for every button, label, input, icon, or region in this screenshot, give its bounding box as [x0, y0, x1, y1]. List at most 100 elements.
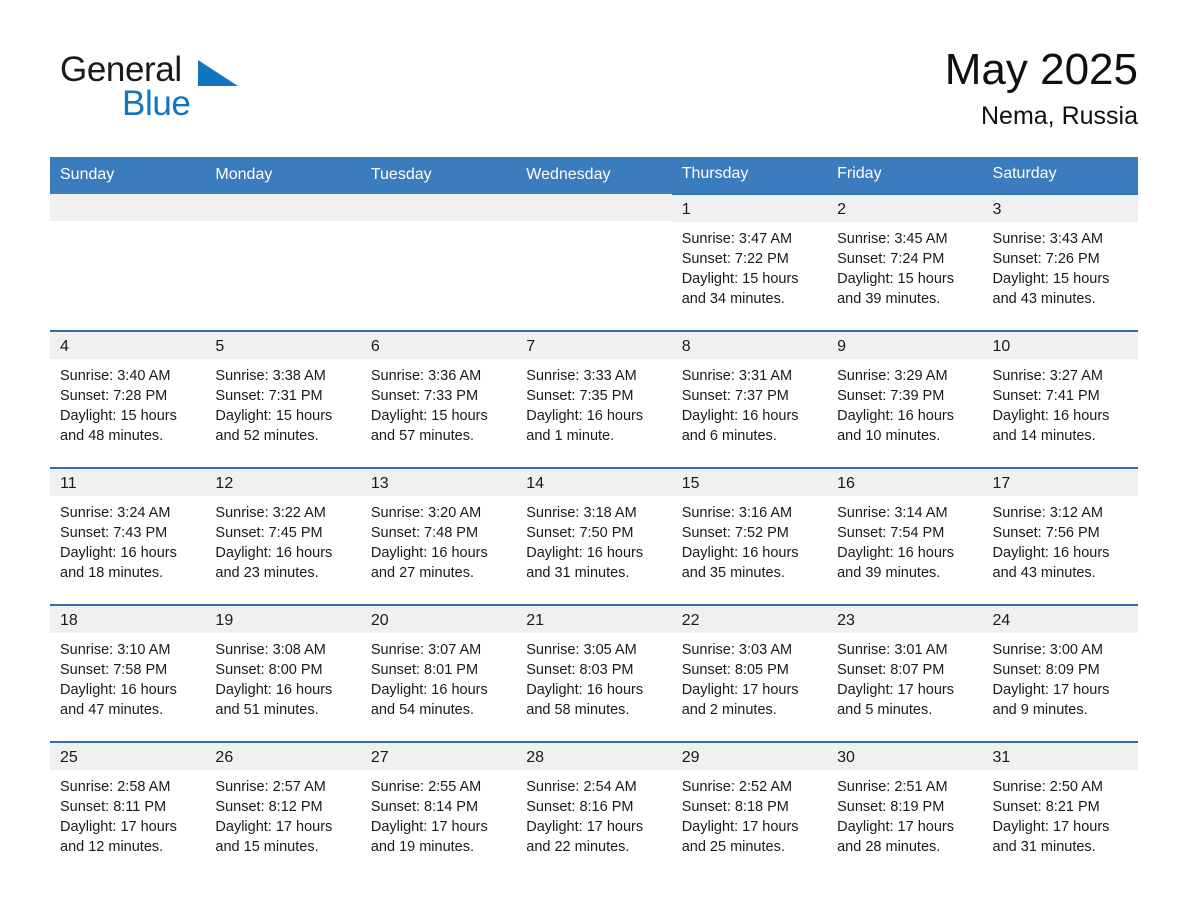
sunset-time: Sunset: 7:24 PM [837, 251, 945, 267]
day-details: Sunrise: 3:01 AM Sunset: 8:07 PM Daylight:… [827, 633, 982, 720]
daylight-line-1: Daylight: 17 hours [837, 682, 954, 698]
calendar-cell-empty [360, 194, 517, 331]
calendar-page: General Blue May 2025 Nema, Russia Sunda… [0, 0, 1188, 918]
logo-text-blue: Blue [122, 84, 191, 123]
calendar-day-cell[interactable]: 14 Sunrise: 3:18 AM Sunset: 7:50 PM Dayligh… [516, 467, 672, 605]
daylight-line-2: and 19 minutes. [370, 839, 475, 855]
calendar-week-row: 11 Sunrise: 3:24 AM Sunset: 7:43 PM Dayligh… [50, 467, 1138, 605]
daylight-line-2: and 9 minutes. [992, 702, 1088, 718]
calendar-day-cell[interactable]: 1 Sunrise: 3:47 AM Sunset: 7:22 PM Daylight… [671, 193, 828, 331]
day-number: 11 [50, 469, 206, 496]
calendar-day-cell[interactable]: 31 Sunrise: 2:50 AM Sunset: 8:21 PM Dayligh… [982, 741, 1138, 878]
daylight-line-2: and 35 minutes. [681, 565, 785, 581]
sunset-time: Sunset: 8:16 PM [526, 799, 634, 815]
daylight-line-2: and 12 minutes. [60, 839, 164, 855]
calendar-day-cell[interactable]: 21 Sunrise: 3:05 AM Sunset: 8:03 PM Dayligh… [516, 604, 672, 742]
calendar-header-row: Sunday Monday Tuesday Wednesday Thursday… [50, 157, 1138, 194]
daylight-line-1: Daylight: 17 hours [992, 682, 1110, 698]
day-details: Sunrise: 3:43 AM Sunset: 7:26 PM Daylight:… [983, 222, 1138, 309]
calendar-day-cell[interactable]: 11 Sunrise: 3:24 AM Sunset: 7:43 PM Dayligh… [50, 467, 206, 605]
calendar-day-cell[interactable]: 22 Sunrise: 3:03 AM Sunset: 8:05 PM Dayligh… [671, 604, 828, 742]
sunrise-time: Sunrise: 3:43 AM [992, 231, 1103, 247]
daylight-line-2: and 43 minutes. [992, 565, 1096, 581]
day-number: 26 [205, 743, 361, 770]
general-blue-logo[interactable]: General Blue [50, 44, 240, 134]
calendar-day-cell[interactable]: 28 Sunrise: 2:54 AM Sunset: 8:16 PM Dayligh… [516, 741, 672, 878]
calendar-day-cell[interactable]: 4 Sunrise: 3:40 AM Sunset: 7:28 PM Daylight… [50, 330, 206, 468]
daylight-line-1: Daylight: 16 hours [681, 408, 799, 424]
calendar-day-cell[interactable]: 26 Sunrise: 2:57 AM Sunset: 8:12 PM Dayligh… [205, 741, 361, 878]
day-number: 5 [205, 332, 361, 359]
day-number: 1 [671, 195, 828, 222]
calendar-day-cell[interactable]: 8 Sunrise: 3:31 AM Sunset: 7:37 PM Daylight… [671, 330, 828, 468]
day-details: Sunrise: 3:27 AM Sunset: 7:41 PM Daylight:… [983, 359, 1138, 446]
sunset-time: Sunset: 7:56 PM [992, 525, 1100, 541]
calendar-day-cell[interactable]: 9 Sunrise: 3:29 AM Sunset: 7:39 PM Daylight… [827, 330, 983, 468]
daylight-line-2: and 6 minutes. [681, 428, 777, 444]
daylight-line-2: and 52 minutes. [215, 428, 319, 444]
calendar-day-cell[interactable]: 29 Sunrise: 2:52 AM Sunset: 8:18 PM Dayligh… [671, 741, 828, 878]
calendar-day-cell[interactable]: 13 Sunrise: 3:20 AM Sunset: 7:48 PM Dayligh… [360, 467, 517, 605]
sunset-time: Sunset: 7:45 PM [215, 525, 323, 541]
daylight-line-2: and 22 minutes. [526, 839, 630, 855]
sunset-time: Sunset: 7:50 PM [526, 525, 634, 541]
calendar-day-cell[interactable]: 20 Sunrise: 3:07 AM Sunset: 8:01 PM Dayligh… [360, 604, 517, 742]
sunset-time: Sunset: 8:05 PM [681, 662, 789, 678]
day-number: 28 [516, 743, 672, 770]
day-number: 29 [671, 743, 828, 770]
daylight-line-1: Daylight: 15 hours [370, 408, 488, 424]
day-number: 13 [360, 469, 517, 496]
calendar-day-cell[interactable]: 25 Sunrise: 2:58 AM Sunset: 8:11 PM Dayligh… [50, 741, 206, 878]
calendar-day-cell[interactable]: 10 Sunrise: 3:27 AM Sunset: 7:41 PM Dayligh… [982, 330, 1138, 468]
sunset-time: Sunset: 8:14 PM [370, 799, 479, 815]
daylight-line-1: Daylight: 15 hours [992, 271, 1110, 287]
sunrise-time: Sunrise: 3:03 AM [681, 642, 793, 658]
calendar-day-cell[interactable]: 6 Sunrise: 3:36 AM Sunset: 7:33 PM Daylight… [360, 330, 517, 468]
location-subtitle: Nema, Russia [981, 101, 1138, 130]
day-details: Sunrise: 3:07 AM Sunset: 8:01 PM Daylight:… [361, 633, 516, 720]
sunrise-time: Sunrise: 3:08 AM [215, 642, 326, 658]
calendar-day-cell[interactable]: 30 Sunrise: 2:51 AM Sunset: 8:19 PM Dayligh… [827, 741, 983, 878]
weekday-header-thursday: Thursday [671, 157, 828, 194]
calendar-day-cell[interactable]: 5 Sunrise: 3:38 AM Sunset: 7:31 PM Daylight… [205, 330, 361, 468]
daylight-line-2: and 48 minutes. [60, 428, 164, 444]
sunset-time: Sunset: 8:09 PM [992, 662, 1100, 678]
day-details: Sunrise: 3:14 AM Sunset: 7:54 PM Daylight:… [827, 496, 982, 583]
calendar-day-cell[interactable]: 2 Sunrise: 3:45 AM Sunset: 7:24 PM Daylight… [827, 193, 983, 331]
day-details: Sunrise: 3:47 AM Sunset: 7:22 PM Daylight:… [672, 222, 827, 309]
day-details: Sunrise: 3:05 AM Sunset: 8:03 PM Daylight:… [516, 633, 671, 720]
calendar-day-cell[interactable]: 16 Sunrise: 3:14 AM Sunset: 7:54 PM Dayligh… [827, 467, 983, 605]
day-details: Sunrise: 3:29 AM Sunset: 7:39 PM Daylight:… [827, 359, 982, 446]
calendar-day-cell[interactable]: 24 Sunrise: 3:00 AM Sunset: 8:09 PM Dayligh… [982, 604, 1138, 742]
daylight-line-2: and 43 minutes. [992, 291, 1096, 307]
day-details: Sunrise: 3:22 AM Sunset: 7:45 PM Daylight:… [205, 496, 360, 583]
sunrise-time: Sunrise: 3:18 AM [526, 505, 637, 521]
page-title: May 2025 [944, 45, 1138, 94]
daylight-line-1: Daylight: 17 hours [215, 819, 333, 835]
calendar-cell-empty [516, 194, 672, 331]
calendar-day-cell[interactable]: 3 Sunrise: 3:43 AM Sunset: 7:26 PM Daylight… [982, 193, 1138, 331]
calendar-day-cell[interactable]: 15 Sunrise: 3:16 AM Sunset: 7:52 PM Dayligh… [671, 467, 828, 605]
daylight-line-2: and 15 minutes. [215, 839, 319, 855]
daylight-line-1: Daylight: 16 hours [837, 408, 954, 424]
sunrise-time: Sunrise: 3:33 AM [526, 368, 637, 384]
sunset-time: Sunset: 7:39 PM [837, 388, 945, 404]
calendar-day-cell[interactable]: 27 Sunrise: 2:55 AM Sunset: 8:14 PM Dayligh… [360, 741, 517, 878]
calendar-day-cell[interactable]: 17 Sunrise: 3:12 AM Sunset: 7:56 PM Dayligh… [982, 467, 1138, 605]
calendar-day-cell[interactable]: 23 Sunrise: 3:01 AM Sunset: 8:07 PM Dayligh… [827, 604, 983, 742]
sunset-time: Sunset: 7:52 PM [681, 525, 789, 541]
calendar-cell-empty [50, 194, 206, 331]
sunrise-time: Sunrise: 3:38 AM [215, 368, 326, 384]
calendar-week-row: 18 Sunrise: 3:10 AM Sunset: 7:58 PM Dayligh… [50, 604, 1138, 742]
weekday-header-monday: Monday [205, 157, 361, 194]
calendar-day-cell[interactable]: 7 Sunrise: 3:33 AM Sunset: 7:35 PM Daylight… [516, 330, 672, 468]
weekday-header-tuesday: Tuesday [360, 157, 517, 194]
sunrise-time: Sunrise: 3:36 AM [370, 368, 482, 384]
calendar-day-cell[interactable]: 12 Sunrise: 3:22 AM Sunset: 7:45 PM Dayligh… [205, 467, 361, 605]
sunset-time: Sunset: 7:28 PM [60, 388, 168, 404]
calendar-day-cell[interactable]: 18 Sunrise: 3:10 AM Sunset: 7:58 PM Dayligh… [50, 604, 206, 742]
sunset-time: Sunset: 7:31 PM [215, 388, 323, 404]
daylight-line-1: Daylight: 17 hours [992, 819, 1110, 835]
calendar-day-cell[interactable]: 19 Sunrise: 3:08 AM Sunset: 8:00 PM Dayligh… [205, 604, 361, 742]
day-details: Sunrise: 3:16 AM Sunset: 7:52 PM Daylight:… [672, 496, 827, 583]
